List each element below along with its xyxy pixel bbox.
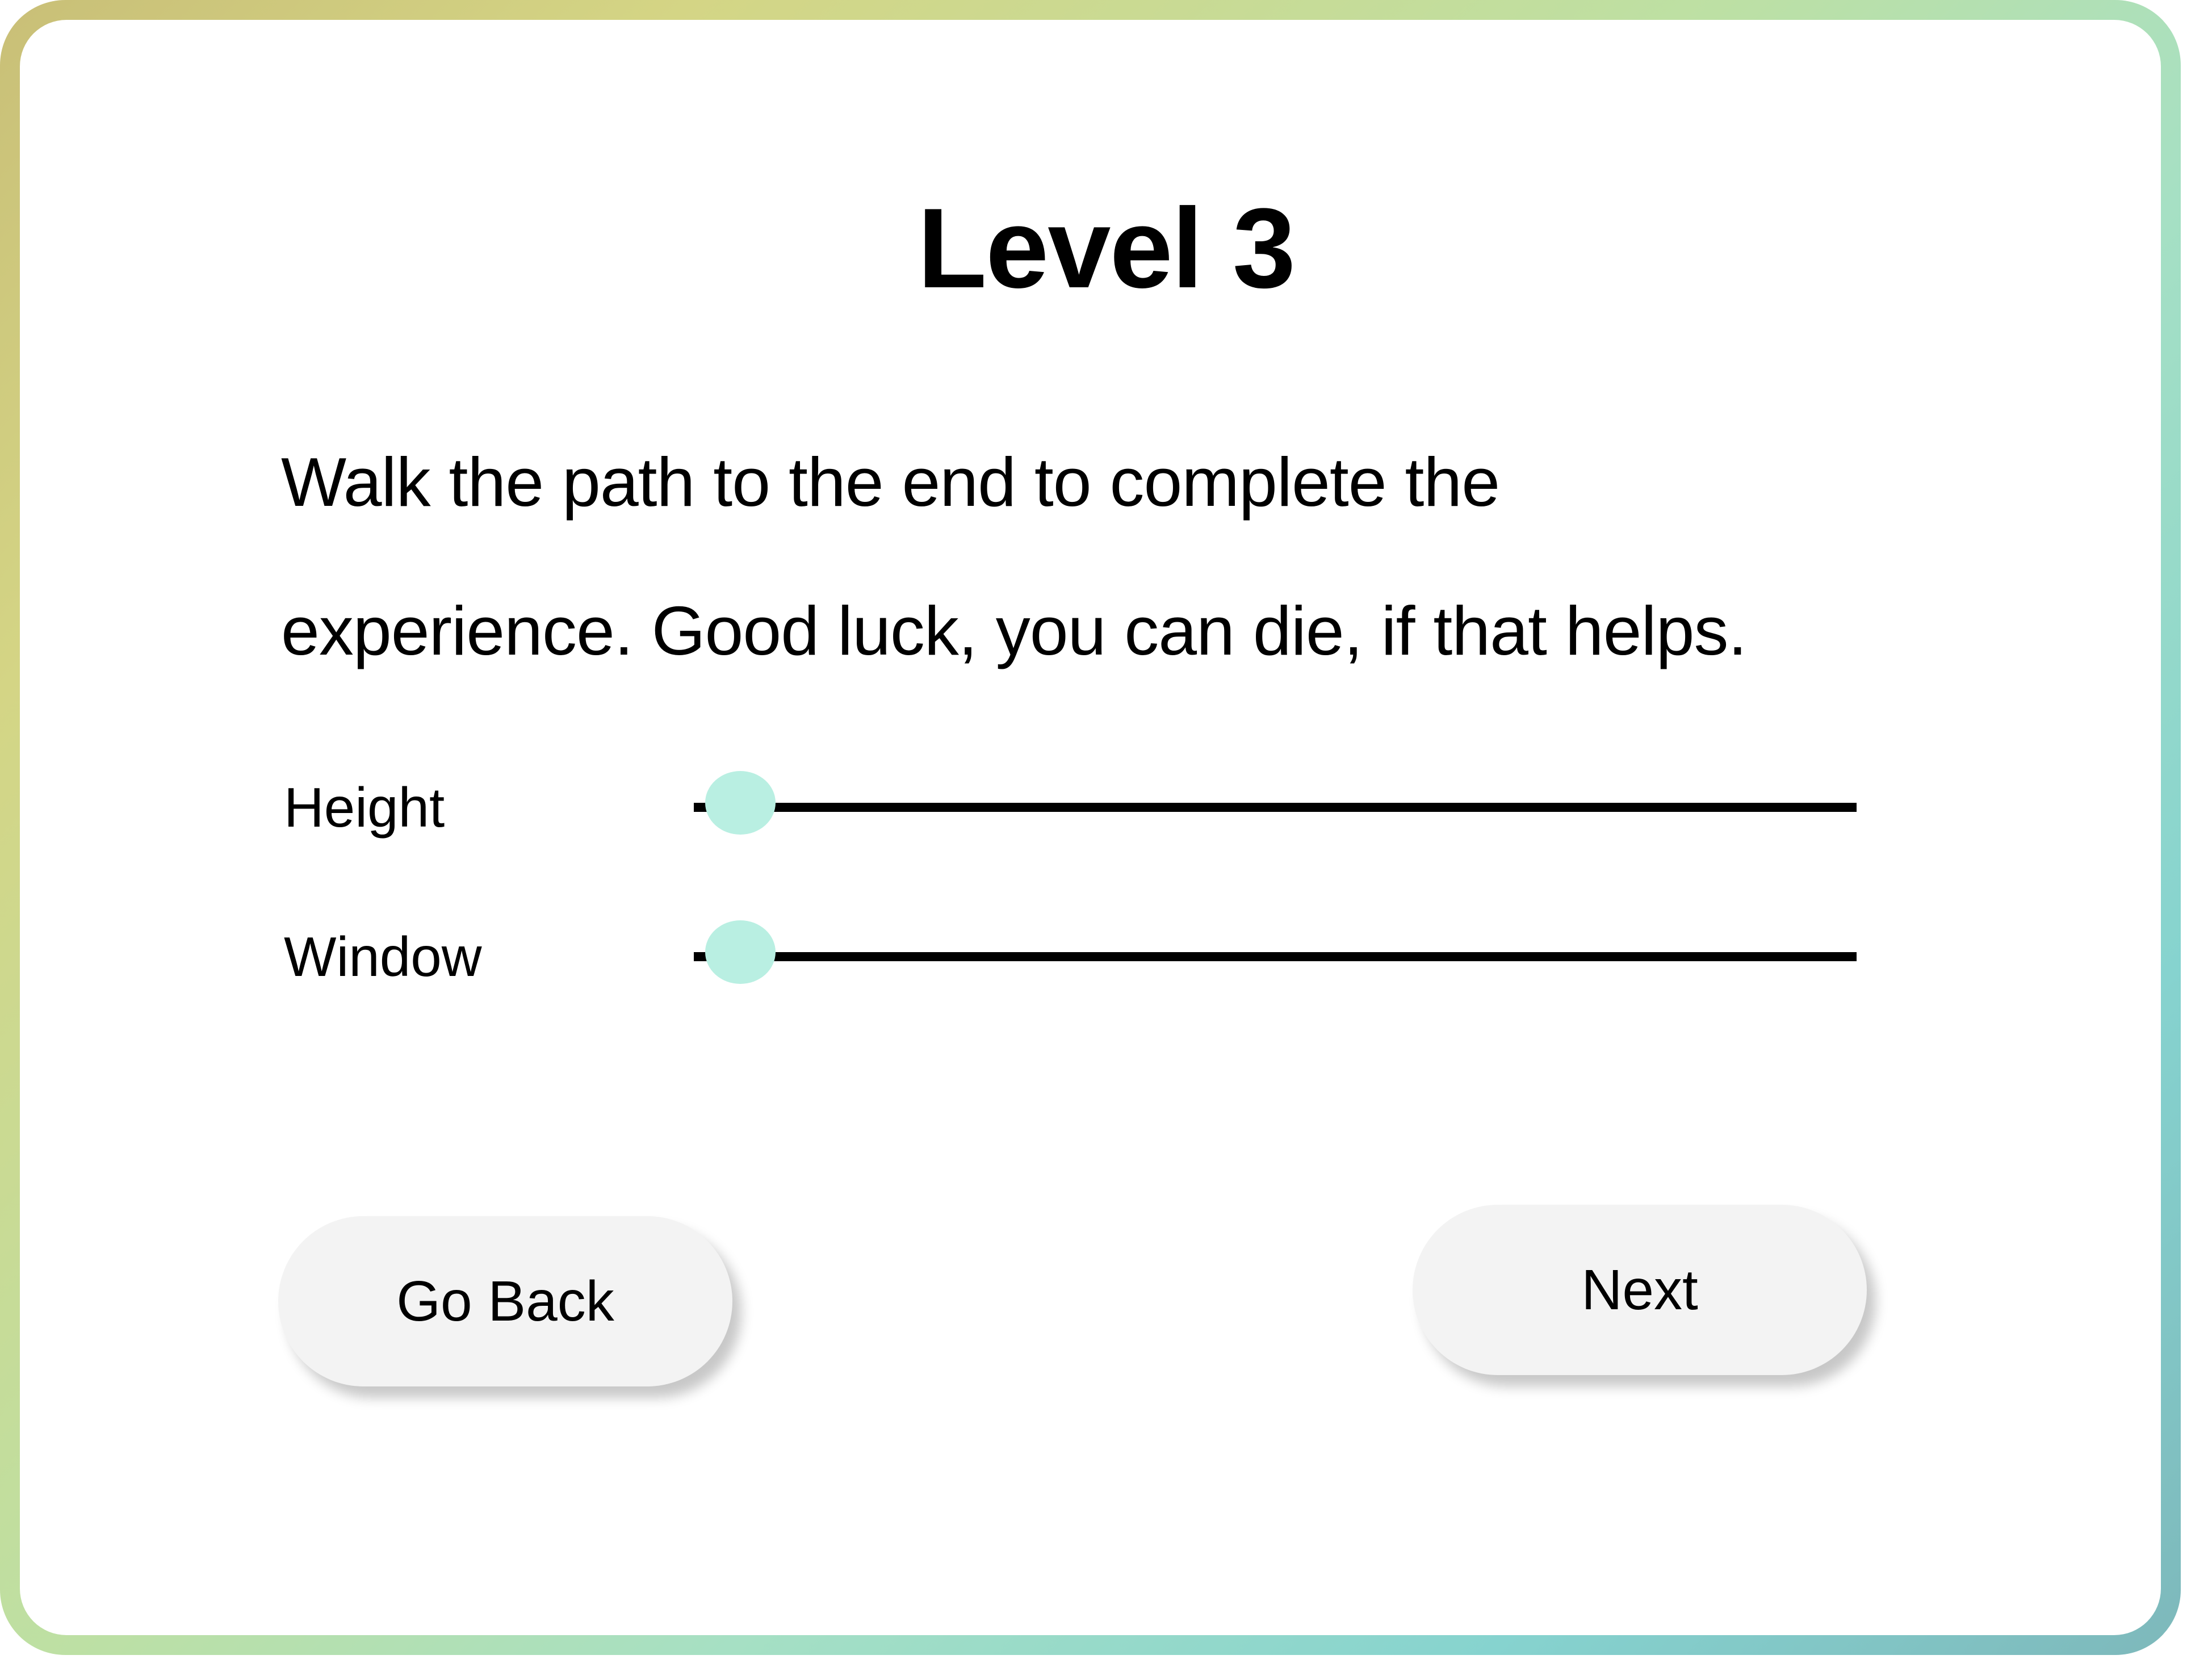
window-slider-label: Window: [284, 925, 482, 988]
height-slider-thumb[interactable]: [705, 771, 776, 835]
height-slider-label: Height: [284, 776, 445, 839]
level-title: Level 3: [917, 185, 1296, 312]
instructions-text: Walk the path to the end to complete the…: [281, 408, 1962, 705]
instructions-line: Walk the path to the end to complete the: [281, 443, 1500, 521]
window-slider[interactable]: [694, 920, 1857, 988]
window-slider-track[interactable]: [694, 952, 1857, 961]
height-slider-track[interactable]: [694, 803, 1857, 812]
height-slider[interactable]: [694, 771, 1857, 839]
go-back-button[interactable]: Go Back: [278, 1216, 732, 1386]
instructions-line: experience. Good luck, you can die, if t…: [281, 592, 1747, 669]
window-slider-thumb[interactable]: [705, 920, 776, 984]
next-button[interactable]: Next: [1413, 1205, 1867, 1375]
